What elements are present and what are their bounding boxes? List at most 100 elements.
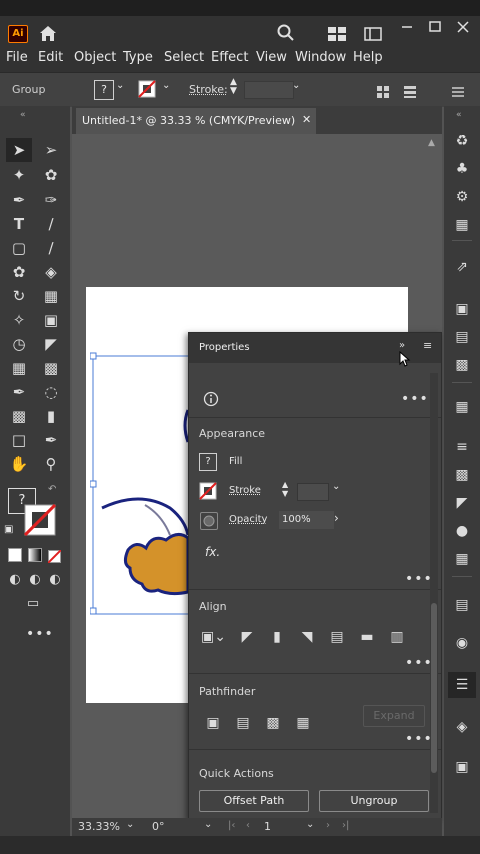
chevron-right-icon[interactable]: › — [334, 511, 339, 525]
minus-front-icon[interactable]: ▤ — [233, 713, 253, 733]
panel-scrollbar-thumb[interactable] — [431, 603, 437, 773]
exclude-icon[interactable]: ▦ — [293, 713, 313, 733]
export-icon[interactable]: ⇗ — [450, 256, 474, 278]
stroke-swatch[interactable] — [199, 482, 217, 500]
mesh-tool-icon[interactable]: ▦ — [8, 357, 30, 379]
stroke-none-indicator[interactable] — [23, 503, 57, 537]
transform-icon[interactable]: ▦ — [450, 396, 474, 418]
artboard-tool-icon[interactable]: □ — [8, 429, 30, 451]
swatches-icon[interactable]: ▦ — [450, 214, 474, 236]
minimize-icon[interactable] — [400, 18, 414, 30]
info-icon[interactable] — [203, 391, 219, 407]
align-vertical-center-icon[interactable]: ▬ — [357, 627, 377, 647]
color-mode-icon[interactable] — [8, 548, 22, 562]
align-panel-icon[interactable]: ▤ — [450, 594, 474, 616]
draw-behind-icon[interactable]: ◐ — [24, 569, 46, 591]
fill-unknown-swatch[interactable]: ? — [94, 80, 114, 100]
scale-tool-icon[interactable]: ▦ — [40, 285, 62, 307]
gradient-panel-icon[interactable]: ▩ — [450, 464, 474, 486]
blend-tool-icon[interactable]: ◌ — [40, 381, 62, 403]
align-bottom-icon[interactable]: ▥ — [387, 627, 407, 647]
draw-normal-icon[interactable]: ◐ — [4, 569, 26, 591]
expand-button[interactable]: Expand — [363, 705, 425, 727]
eraser-tool-icon[interactable]: ◈ — [40, 261, 62, 283]
opacity-input[interactable]: 100% — [279, 511, 334, 529]
artboards-icon[interactable]: ▣ — [450, 298, 474, 320]
asset-export-icon[interactable]: ▣ — [450, 756, 474, 778]
menu-edit[interactable]: Edit — [38, 50, 63, 65]
zoom-level[interactable]: 33.33% — [78, 820, 120, 833]
first-artboard-icon[interactable]: |‹ — [228, 820, 235, 831]
swap-colors-icon[interactable]: ↶ — [48, 484, 56, 495]
menu-file[interactable]: File — [6, 50, 28, 65]
menu-help[interactable]: Help — [353, 50, 383, 65]
line-tool-icon[interactable]: ∕ — [40, 213, 62, 235]
artwork-group[interactable] — [89, 350, 190, 620]
panel-collapse-icon[interactable]: « — [20, 110, 26, 120]
chevron-down-icon[interactable]: ⌄ — [332, 481, 340, 492]
screen-mode-icon[interactable]: ▭ — [22, 593, 44, 615]
scroll-up-icon[interactable]: ▲ — [428, 138, 438, 148]
rotation-value[interactable]: 0° — [152, 820, 165, 833]
chevron-down-icon[interactable]: ⌄ — [292, 80, 300, 91]
chevron-down-icon[interactable]: ⌄ — [204, 819, 212, 830]
ungroup-button[interactable]: Ungroup — [319, 790, 429, 812]
width-tool-icon[interactable]: ✧ — [8, 309, 30, 331]
zoom-tool-icon[interactable]: ⚲ — [40, 453, 62, 475]
document-tab[interactable]: Untitled-1* @ 33.33 % (CMYK/Preview) ✕ — [76, 108, 316, 134]
magic-wand-tool-icon[interactable]: ✦ — [8, 164, 30, 186]
align-top-icon[interactable]: ▤ — [327, 627, 347, 647]
fill-swatch[interactable]: ? — [199, 453, 217, 471]
stroke-stepper-icon[interactable]: ▲ ▼ — [282, 480, 288, 498]
selection-tool-icon[interactable]: ➤ — [8, 139, 30, 161]
layers-icon[interactable]: ◈ — [450, 716, 474, 738]
stroke-label[interactable]: Stroke: — [189, 83, 228, 96]
rotate-tool-icon[interactable]: ↻ — [8, 285, 30, 307]
stroke-weight-input[interactable] — [297, 483, 329, 501]
opacity-label[interactable]: Opacity — [229, 514, 267, 525]
eyedropper-tool-icon[interactable]: ✒ — [8, 381, 30, 403]
workspace-icon[interactable] — [328, 26, 346, 41]
color-guide-icon[interactable]: ◉ — [450, 632, 474, 654]
search-icon[interactable] — [276, 24, 296, 42]
type-tool-icon[interactable]: T — [8, 213, 30, 235]
symbols-icon[interactable]: ♣ — [450, 158, 474, 180]
align-left-icon[interactable]: ◤ — [237, 627, 257, 647]
links-icon[interactable]: ▩ — [450, 354, 474, 376]
intersect-icon[interactable]: ▩ — [263, 713, 283, 733]
paintbrush-tool-icon[interactable]: ∕ — [40, 237, 62, 259]
column-graph-tool-icon[interactable]: ▮ — [40, 405, 62, 427]
unite-icon[interactable]: ▣ — [203, 713, 223, 733]
align-right-icon[interactable]: ◥ — [297, 627, 317, 647]
symbol-sprayer-tool-icon[interactable]: ▩ — [8, 405, 30, 427]
panel-scrollbar[interactable] — [430, 373, 438, 813]
more-options-icon[interactable]: ••• — [405, 655, 433, 671]
chevron-down-icon[interactable]: ⌄ — [162, 80, 170, 91]
fx-button[interactable]: fx. — [205, 545, 220, 559]
free-transform-tool-icon[interactable]: ▣ — [40, 309, 62, 331]
libraries-icon[interactable]: ♻ — [450, 130, 474, 152]
gradient-tool-icon[interactable]: ▩ — [40, 357, 62, 379]
opacity-icon[interactable] — [200, 512, 218, 530]
close-icon[interactable] — [456, 18, 470, 33]
brushes-icon[interactable]: ⚙ — [450, 186, 474, 208]
menu-list-icon[interactable] — [452, 83, 464, 97]
next-artboard-icon[interactable]: › — [326, 820, 330, 831]
more-options-icon[interactable]: ••• — [405, 731, 433, 747]
align-horizontal-center-icon[interactable]: ▮ — [267, 627, 287, 647]
chevron-down-icon[interactable]: ⌄ — [126, 819, 134, 830]
align-grid-icon[interactable] — [377, 83, 389, 98]
previous-artboard-icon[interactable]: ‹ — [246, 820, 250, 831]
close-tab-icon[interactable]: ✕ — [302, 113, 311, 126]
chevron-down-icon[interactable]: ⌄ — [306, 819, 314, 830]
rectangle-tool-icon[interactable]: ▢ — [8, 237, 30, 259]
none-mode-icon[interactable] — [47, 548, 62, 564]
properties-panel-title[interactable]: Properties — [199, 342, 250, 353]
document-info-icon[interactable]: ▤ — [450, 326, 474, 348]
default-colors-icon[interactable]: ▣ — [4, 524, 13, 535]
slice-tool-icon[interactable]: ✒ — [40, 429, 62, 451]
perspective-grid-tool-icon[interactable]: ◤ — [40, 333, 62, 355]
stroke-weight-input[interactable] — [244, 81, 294, 99]
panel-menu-icon[interactable]: ≡ — [423, 339, 432, 352]
align-to-selection-icon[interactable]: ▣⌄ — [201, 627, 226, 647]
